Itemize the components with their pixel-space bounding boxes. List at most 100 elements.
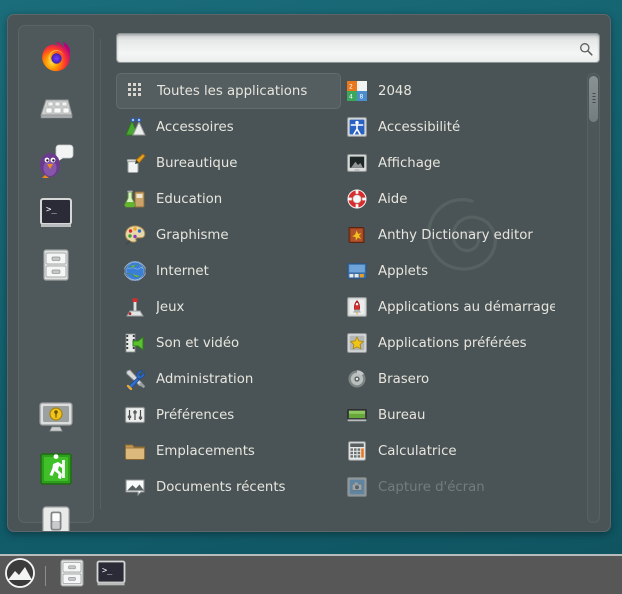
app-applications-au-demarrage[interactable]: Applications au démarrage: [338, 289, 563, 325]
menu-content: Toutes les applications Accessoires: [116, 73, 600, 525]
category-internet[interactable]: Internet: [116, 253, 341, 289]
mint-menu-icon: [5, 558, 35, 592]
app-list-scrollbar-track[interactable]: [587, 73, 600, 523]
applets-icon: [346, 260, 368, 282]
graphics-icon: [124, 224, 146, 246]
category-emplacements[interactable]: Emplacements: [116, 433, 341, 469]
globe-icon: [124, 260, 146, 282]
app-2048[interactable]: 2 4 8 2048: [338, 73, 563, 109]
favorite-log-out[interactable]: [33, 446, 79, 492]
app-label: Aide: [378, 192, 407, 207]
category-toutes-les-applications[interactable]: Toutes les applications: [116, 73, 341, 109]
accessibility-icon: [346, 116, 368, 138]
app-accessibilite[interactable]: Accessibilité: [338, 109, 563, 145]
display-icon: [346, 152, 368, 174]
favorite-pidgin[interactable]: [33, 138, 79, 184]
favorite-file-cabinet[interactable]: [33, 242, 79, 288]
taskbar-terminal[interactable]: >_: [96, 561, 126, 589]
taskbar: >_: [0, 554, 622, 594]
category-label: Préférences: [156, 408, 234, 423]
firefox-icon: [37, 38, 75, 76]
app-brasero[interactable]: Brasero: [338, 361, 563, 397]
category-list: Toutes les applications Accessoires: [116, 73, 341, 505]
app-label: 2048: [378, 84, 412, 99]
application-menu-window: >_: [7, 14, 611, 532]
app-list-scrollbar-thumb[interactable]: [589, 76, 598, 122]
scrollbar-grip-icon: [592, 93, 595, 105]
favorites-sidebar: >_: [18, 25, 94, 523]
desktop-icon: [346, 404, 368, 426]
category-administration[interactable]: Administration: [116, 361, 341, 397]
category-label: Documents récents: [156, 480, 285, 495]
svg-text:>_: >_: [102, 566, 113, 576]
category-bureautique[interactable]: Bureautique: [116, 145, 341, 181]
category-label: Administration: [156, 372, 253, 387]
lock-screen-icon: [38, 401, 74, 433]
category-label: Toutes les applications: [157, 84, 307, 99]
favorite-firefox[interactable]: [33, 34, 79, 80]
calculator-icon: [346, 440, 368, 462]
category-label: Internet: [156, 264, 209, 279]
pidgin-penguin-icon: [37, 143, 75, 179]
office-icon: [124, 152, 146, 174]
joystick-icon: [124, 296, 146, 318]
app-aide[interactable]: Aide: [338, 181, 563, 217]
category-documents-recents[interactable]: Documents récents: [116, 469, 341, 505]
recent-docs-icon: [124, 476, 146, 498]
app-affichage[interactable]: Affichage: [338, 145, 563, 181]
app-bureau[interactable]: Bureau: [338, 397, 563, 433]
file-cabinet-icon: [41, 248, 71, 282]
taskbar-menu-button[interactable]: [4, 559, 36, 591]
app-applications-preferees[interactable]: Applications préférées: [338, 325, 563, 361]
category-label: Son et vidéo: [156, 336, 239, 351]
category-label: Accessoires: [156, 120, 234, 135]
search-input[interactable]: [116, 33, 600, 63]
tools-icon: [124, 368, 146, 390]
category-jeux[interactable]: Jeux: [116, 289, 341, 325]
app-capture-decran[interactable]: Capture d'écran: [338, 469, 563, 505]
terminal-icon: >_: [96, 560, 126, 591]
favorite-keyboard[interactable]: [33, 86, 79, 132]
category-label: Jeux: [156, 300, 184, 315]
sidebar-divider: [100, 39, 101, 509]
app-label: Capture d'écran: [378, 480, 485, 495]
svg-text:>_: >_: [46, 205, 57, 215]
category-accessoires[interactable]: Accessoires: [116, 109, 341, 145]
startup-apps-icon: [346, 296, 368, 318]
preferred-apps-icon: [346, 332, 368, 354]
accessories-icon: [124, 116, 146, 138]
app-label: Bureau: [378, 408, 425, 423]
app-applets[interactable]: Applets: [338, 253, 563, 289]
preferences-icon: [124, 404, 146, 426]
anthy-book-icon: [346, 224, 368, 246]
app-label: Applications préférées: [378, 336, 527, 351]
category-son-et-video[interactable]: Son et vidéo: [116, 325, 341, 361]
keyboard-icon: [38, 94, 74, 124]
favorite-shutdown[interactable]: [33, 498, 79, 532]
app-label: Affichage: [378, 156, 440, 171]
category-label: Bureautique: [156, 156, 237, 171]
app-label: Accessibilité: [378, 120, 460, 135]
svg-text:2: 2: [349, 84, 353, 91]
screenshot-icon: [346, 476, 368, 498]
category-preferences[interactable]: Préférences: [116, 397, 341, 433]
app-anthy-dictionary-editor[interactable]: Anthy Dictionary editor: [338, 217, 563, 253]
favorite-terminal[interactable]: >_: [33, 190, 79, 236]
category-graphisme[interactable]: Graphisme: [116, 217, 341, 253]
brasero-disc-icon: [346, 368, 368, 390]
svg-text:8: 8: [360, 94, 364, 101]
app-calculatrice[interactable]: Calculatrice: [338, 433, 563, 469]
category-label: Emplacements: [156, 444, 255, 459]
app-label: Applications au démarrage: [378, 300, 555, 315]
svg-text:4: 4: [349, 94, 353, 101]
app-label: Applets: [378, 264, 428, 279]
favorite-lock-screen[interactable]: [33, 394, 79, 440]
help-lifering-icon: [346, 188, 368, 210]
exit-door-icon: [40, 453, 72, 485]
category-label: Éducation: [156, 192, 222, 207]
taskbar-file-manager[interactable]: [58, 561, 86, 589]
application-list: 2 4 8 2048 Accessibilité: [338, 73, 563, 505]
terminal-icon: >_: [39, 197, 73, 229]
category-education[interactable]: Éducation: [116, 181, 341, 217]
grid-icon: [125, 80, 147, 102]
